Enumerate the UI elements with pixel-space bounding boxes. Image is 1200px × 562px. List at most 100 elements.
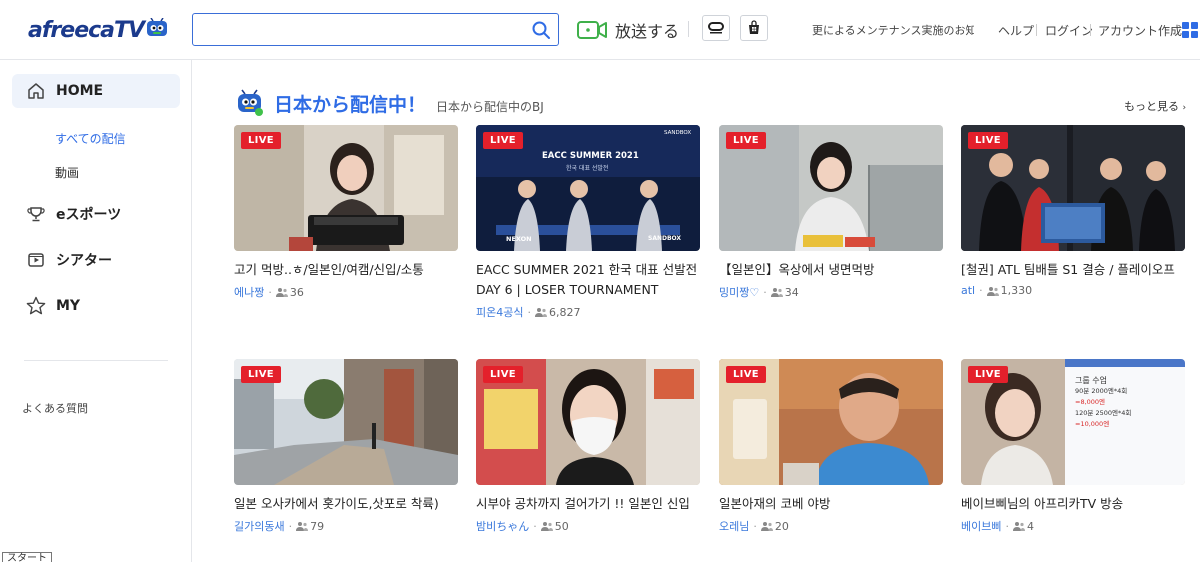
bj-name-link[interactable]: atl [961, 284, 975, 297]
stream-title[interactable]: 시부야 공차까지 걸어가기 !! 일본인 신입 [476, 494, 700, 514]
search-icon [532, 21, 550, 39]
viewer-count-value: 20 [774, 519, 789, 533]
meta-separator: · [763, 285, 767, 299]
stream-thumbnail[interactable]: LIVE [234, 125, 458, 251]
sandbox-logo: SANDBOX [648, 235, 682, 242]
live-card[interactable]: LIVE 일본 오사카에서 홋가이도,삿포로 착륙) 길가의동새 · 79 [234, 359, 458, 534]
see-more-link[interactable]: もっと見る › [1124, 98, 1186, 114]
live-card[interactable]: LIVE 그룹 수업 90분 2000엔*4회 =8,000엔 120분 250… [961, 359, 1185, 534]
search-input[interactable] [193, 14, 523, 45]
stream-title[interactable]: 【일본인】옥상에서 냉면먹방 [719, 260, 943, 280]
viewer-count-value: 79 [310, 519, 325, 533]
meta-separator: · [288, 519, 293, 533]
viewer-count: 1,330 [986, 284, 1032, 297]
section-header: 日本から配信中！ 日本から配信中のBJ [236, 88, 544, 118]
live-card[interactable]: LIVE 고기 먹방..ㅎ/일본인/여캠/신입/소통 에나짱 · 36 [234, 125, 458, 300]
live-card[interactable]: LIVE EACC SUMMER 2021 한국 대표 선발전 SANDBOX … [476, 125, 700, 320]
section-subtitle: 日本から配信中のBJ [436, 99, 544, 114]
stream-meta: 피온4공식 · 6,827 [476, 304, 700, 320]
theater-icon [26, 250, 46, 270]
stream-thumbnail[interactable]: LIVE [719, 125, 943, 251]
sidebar-item-esports[interactable]: eスポーツ [12, 197, 180, 231]
sidebar-subitem-videos[interactable]: 動画 [55, 164, 79, 181]
bj-name-link[interactable]: 베이브삐 [961, 518, 1001, 534]
chevron-right-icon: › [1182, 103, 1187, 113]
viewer-count-value: 4 [1026, 519, 1034, 533]
bj-name-link[interactable]: 에나짱 [234, 284, 264, 300]
meta-separator: · [533, 519, 537, 533]
sidebar-item-label: eスポーツ [56, 207, 122, 223]
sidebar-item-my[interactable]: MY [12, 289, 180, 323]
live-card[interactable]: LIVE [철권] ATL 팀배틀 S1 결승 / 플레이오프 atl · 1,… [961, 125, 1185, 297]
tv-mascot-icon [238, 89, 263, 116]
live-card[interactable]: LIVE 시부야 공차까지 걸어가기 !! 일본인 신입 밤비ちゃん · 50 [476, 359, 700, 534]
stream-meta: 베이브삐 · 4 [961, 518, 1185, 534]
stream-title[interactable]: EACC SUMMER 2021 한국 대표 선발전 DAY 6 | LOSER… [476, 260, 700, 300]
stream-thumbnail[interactable]: LIVE EACC SUMMER 2021 한국 대표 선발전 SANDBOX … [476, 125, 700, 251]
viewers-icon [296, 522, 309, 531]
bj-name-link[interactable]: 피온4공식 [476, 304, 523, 320]
sidebar-item-theater[interactable]: シアター [12, 243, 180, 277]
stream-thumbnail[interactable]: LIVE [719, 359, 943, 485]
viewers-icon [534, 308, 547, 317]
viewer-count: 4 [1012, 519, 1034, 533]
stream-title[interactable]: 일본 오사카에서 홋가이도,삿포로 착륙) [234, 494, 458, 514]
search-button[interactable] [530, 19, 552, 41]
bj-name-link[interactable]: 밍미짱♡ [719, 284, 759, 300]
meta-separator: · [1005, 519, 1009, 533]
stream-thumbnail[interactable]: LIVE 그룹 수업 90분 2000엔*4회 =8,000엔 120분 250… [961, 359, 1185, 485]
apps-grid-icon[interactable] [1182, 22, 1198, 38]
sidebar-item-label: MY [56, 298, 81, 314]
viewer-count-value: 36 [289, 285, 304, 299]
live-badge: LIVE [483, 132, 523, 149]
bj-name-link[interactable]: 길가의동새 [234, 518, 285, 534]
bj-name-link[interactable]: 오레님 [719, 518, 749, 534]
stream-title[interactable]: 베이브삐님의 아프리카TV 방송 [961, 494, 1185, 514]
live-badge: LIVE [726, 366, 766, 383]
price-line: 120분 2500엔*4회 [1075, 409, 1132, 417]
sidebar-item-home[interactable]: HOME [12, 74, 180, 108]
stream-thumbnail[interactable]: LIVE [961, 125, 1185, 251]
price-line: 그룹 수업 [1075, 376, 1107, 385]
stream-meta: 에나짱 · 36 [234, 284, 458, 300]
stream-thumbnail[interactable]: LIVE [234, 359, 458, 485]
viewer-count: 79 [296, 520, 324, 533]
sidebar-item-label: HOME [56, 83, 104, 99]
star-icon [26, 296, 46, 316]
live-card[interactable]: LIVE 【일본인】옥상에서 냉면먹방 밍미짱♡ · 34 [719, 125, 943, 300]
viewer-count-value: 34 [784, 285, 799, 299]
maintenance-notice-link[interactable]: 更によるメンテナンス実施のお知らせ [812, 22, 974, 38]
see-more-label: もっと見る [1124, 100, 1179, 113]
store-button[interactable] [740, 15, 768, 41]
price-line: =8,000엔 [1075, 398, 1106, 406]
stream-thumbnail[interactable]: LIVE [476, 359, 700, 485]
stream-title[interactable]: 일본아재의 코베 야방 [719, 494, 943, 514]
oculus-button[interactable] [702, 15, 730, 41]
stream-title[interactable]: 고기 먹방..ㅎ/일본인/여캠/신입/소통 [234, 260, 458, 280]
link-divider [1090, 24, 1091, 36]
sidebar-item-label: シアター [56, 253, 112, 269]
viewers-icon [540, 522, 553, 531]
broadcast-label: 放送する [615, 22, 680, 41]
search-box [192, 13, 559, 46]
stream-meta: 길가의동새 · 79 [234, 518, 458, 534]
link-divider [1036, 24, 1037, 36]
bj-name-link[interactable]: 밤비ちゃん [476, 518, 529, 534]
meta-separator: · [753, 519, 757, 533]
sidebar-subitem-all-broadcasts[interactable]: すべての配信 [55, 130, 126, 147]
price-board: 그룹 수업 90분 2000엔*4회 =8,000엔 120분 2500엔*4회… [1075, 375, 1131, 430]
sidebar-divider [24, 360, 168, 361]
live-badge: LIVE [241, 132, 281, 149]
live-card[interactable]: LIVE 일본아재의 코베 야방 오레님 · 20 [719, 359, 943, 534]
stream-meta: 오레님 · 20 [719, 518, 943, 534]
viewer-count-value: 6,827 [548, 305, 581, 319]
afreecatv-logo[interactable]: afreecaTV [28, 14, 168, 46]
help-link[interactable]: ヘルプ [998, 22, 1034, 39]
start-broadcast-button[interactable]: 放送する [577, 16, 679, 44]
faq-link[interactable]: よくある質問 [22, 400, 88, 416]
login-link[interactable]: ログイン [1045, 22, 1093, 39]
stream-title[interactable]: [철권] ATL 팀배틀 S1 결승 / 플레이오프 [961, 260, 1185, 280]
viewers-icon [760, 522, 773, 531]
top-header: afreecaTV 放送する 更によるメンテナンス実施のお知 ヘルプ ログイン … [0, 0, 1200, 60]
signup-link[interactable]: アカウント作成 [1098, 22, 1182, 39]
